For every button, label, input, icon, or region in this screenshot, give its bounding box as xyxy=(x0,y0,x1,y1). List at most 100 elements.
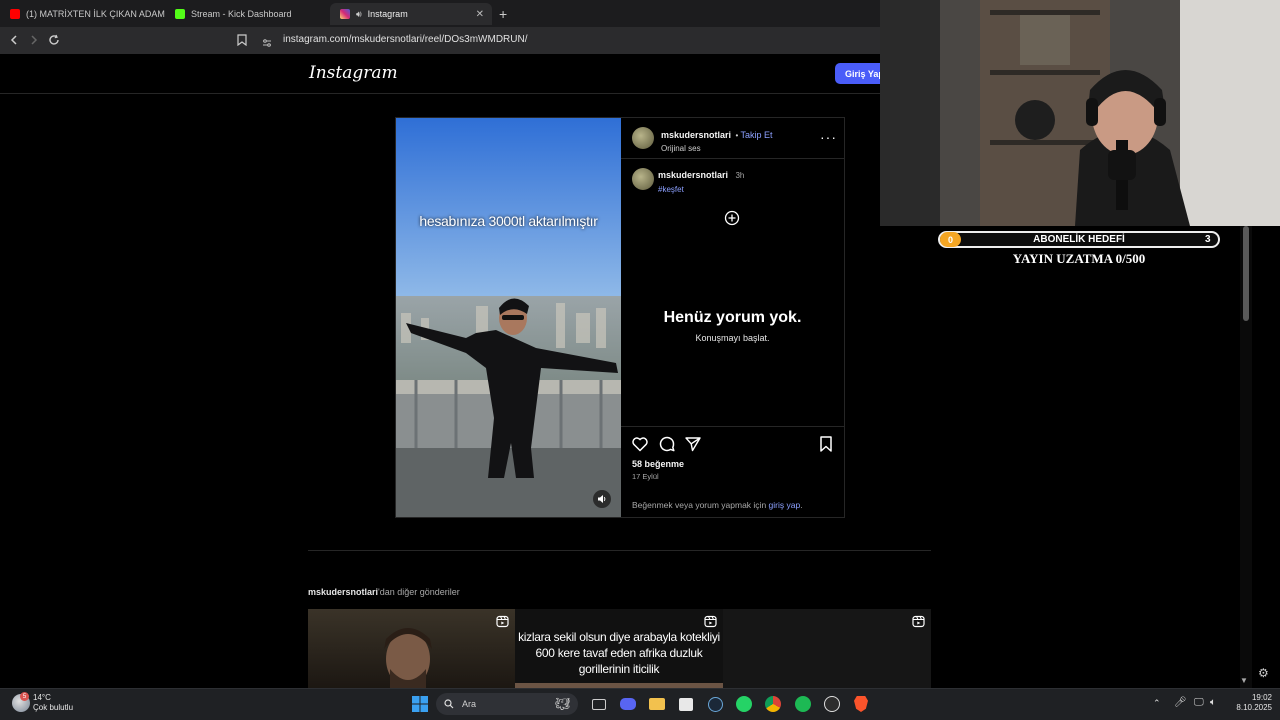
network-icon[interactable]: 🖵 xyxy=(1194,697,1204,708)
share-send-icon[interactable] xyxy=(684,435,702,453)
settings-gear-icon[interactable]: ⚙ xyxy=(1258,666,1269,680)
save-bookmark-icon[interactable] xyxy=(817,435,835,453)
kick-icon xyxy=(175,9,185,19)
instagram-logo[interactable]: Instagram xyxy=(309,63,398,83)
instagram-header xyxy=(0,54,880,94)
like-heart-icon[interactable] xyxy=(631,435,649,453)
video-frame-image xyxy=(396,118,621,517)
temperature: 14°C xyxy=(33,693,51,702)
close-tab-icon[interactable]: ✕ xyxy=(476,9,484,20)
webcam-image xyxy=(880,0,1280,226)
more-post-thumbnail-1[interactable] xyxy=(308,609,515,688)
spotify-icon[interactable] xyxy=(793,694,813,714)
bookmark-button[interactable] xyxy=(234,32,250,48)
weather-condition: Çok bulutlu xyxy=(33,703,74,712)
task-view-icon[interactable] xyxy=(589,694,609,714)
reload-button[interactable] xyxy=(46,32,62,48)
webcam-feed xyxy=(880,0,1280,226)
more-posts-title: mskudersnotlari'dan diğer gönderiler xyxy=(308,587,460,597)
windows-taskbar xyxy=(0,688,1280,720)
caption-time: 3h xyxy=(735,171,745,180)
obs-icon[interactable] xyxy=(822,694,842,714)
reel-icon xyxy=(704,615,717,628)
author-username[interactable]: mskudersnotlari xyxy=(661,130,731,140)
post-date: 17 Eylül xyxy=(632,472,659,481)
volume-icon[interactable]: 🔈︎ xyxy=(1210,697,1216,708)
taskbar-clock[interactable]: 19:02 8.10.2025 xyxy=(1228,693,1272,713)
start-windows-icon[interactable] xyxy=(410,694,430,714)
weather-badge: 5 xyxy=(20,692,29,701)
bookmark-icon xyxy=(237,34,247,46)
caption-block: mskudersnotlari 3h #keşfet xyxy=(658,168,744,196)
new-tab-button[interactable]: + xyxy=(499,6,507,22)
tab-label: Stream - Kick Dashboard xyxy=(191,9,292,19)
forward-arrow-icon xyxy=(31,35,38,45)
steam-icon[interactable] xyxy=(705,694,725,714)
tab-label: Instagram xyxy=(367,9,408,19)
no-comments-subtitle: Konuşmayı başlat. xyxy=(695,333,770,343)
back-arrow-icon xyxy=(10,35,17,45)
no-comments-title: Henüz yorum yok. xyxy=(663,309,802,326)
thumbnail-caption: kizlara sekil olsun diye arabayla kotekl… xyxy=(518,630,720,676)
comment-icon[interactable] xyxy=(658,435,676,453)
more-options-icon[interactable]: ··· xyxy=(820,129,837,145)
discord-icon[interactable] xyxy=(618,694,638,714)
goal-target: 3 xyxy=(1205,234,1211,245)
more-post-thumbnail-3[interactable] xyxy=(723,609,931,688)
likes-count[interactable]: 58 beğenme xyxy=(632,459,684,469)
stream-extend-label: YAYIN UZATMA 0/500 xyxy=(1012,251,1146,266)
tab-instagram[interactable]: 🔊︎ Instagram ✕ xyxy=(330,3,492,25)
reel-icon xyxy=(496,615,509,628)
file-explorer-icon[interactable] xyxy=(647,694,667,714)
tab-label: (1) MATRİXTEN İLK ÇIKAN ADAM SE xyxy=(26,9,165,19)
add-comment-plus-icon[interactable] xyxy=(724,210,740,231)
hashtag-link[interactable]: #keşfet xyxy=(658,185,684,194)
video-caption-overlay: hesabınıza 3000tl aktarılmıştır xyxy=(419,213,598,229)
search-highlight-icon: 🐙︎ xyxy=(554,697,570,711)
caption-avatar[interactable] xyxy=(632,168,654,190)
site-info-icon[interactable] xyxy=(262,35,272,53)
follow-link[interactable]: Takip Et xyxy=(741,130,773,140)
scrollbar-thumb[interactable] xyxy=(1243,226,1249,321)
brave-browser-icon[interactable] xyxy=(851,694,871,714)
login-button[interactable]: Giriş Yap xyxy=(835,63,885,84)
address-bar[interactable]: instagram.com/mskudersnotlari/reel/DOs3m… xyxy=(283,34,528,45)
clock-date: 8.10.2025 xyxy=(1236,703,1272,712)
reload-icon xyxy=(49,34,59,45)
login-prompt-suffix: . xyxy=(800,500,803,510)
reel-icon xyxy=(912,615,925,628)
speaker-icon: 🔊︎ xyxy=(356,8,362,19)
more-posts-username[interactable]: mskudersnotlari xyxy=(308,587,378,597)
more-posts-suffix: 'dan diğer gönderiler xyxy=(378,587,460,597)
actions-divider xyxy=(621,426,844,427)
forward-button[interactable] xyxy=(26,32,42,48)
reel-video[interactable] xyxy=(396,118,621,517)
chrome-icon[interactable] xyxy=(763,694,783,714)
search-icon xyxy=(444,699,454,709)
search-placeholder: Ara xyxy=(462,699,477,709)
microphone-icon[interactable]: 🎤︎ xyxy=(1174,697,1187,708)
weather-widget[interactable]: 14°C Çok bulutlu xyxy=(33,693,73,713)
audio-label[interactable]: Orijinal ses xyxy=(661,144,701,153)
back-button[interactable] xyxy=(6,32,22,48)
caption-username[interactable]: mskudersnotlari xyxy=(658,170,728,180)
scroll-down-icon[interactable]: ▼ xyxy=(1240,676,1248,685)
tab-youtube[interactable]: (1) MATRİXTEN İLK ÇIKAN ADAM SE xyxy=(0,3,165,25)
youtube-icon xyxy=(10,9,20,19)
show-hidden-icons-icon[interactable]: ⌃ xyxy=(1153,698,1161,709)
instagram-icon xyxy=(340,9,350,19)
section-divider xyxy=(308,550,931,551)
speaker-icon xyxy=(598,495,606,503)
tab-kick[interactable]: Stream - Kick Dashboard xyxy=(165,3,330,25)
goal-label: ABONELİK HEDEFİ xyxy=(1033,234,1125,245)
author-info: mskudersnotlari • Takip Et Orijinal ses xyxy=(661,128,773,154)
store-icon[interactable] xyxy=(676,694,696,714)
login-prompt: Beğenmek veya yorum yapmak için giriş ya… xyxy=(632,500,803,510)
taskbar-search[interactable]: Ara 🐙︎ xyxy=(436,693,578,715)
login-link[interactable]: giriş yap xyxy=(769,500,801,510)
whatsapp-icon[interactable] xyxy=(734,694,754,714)
login-prompt-text: Beğenmek veya yorum yapmak için xyxy=(632,500,767,510)
mute-button[interactable] xyxy=(593,490,611,508)
clock-time: 19:02 xyxy=(1251,693,1272,702)
author-avatar[interactable] xyxy=(632,127,654,149)
